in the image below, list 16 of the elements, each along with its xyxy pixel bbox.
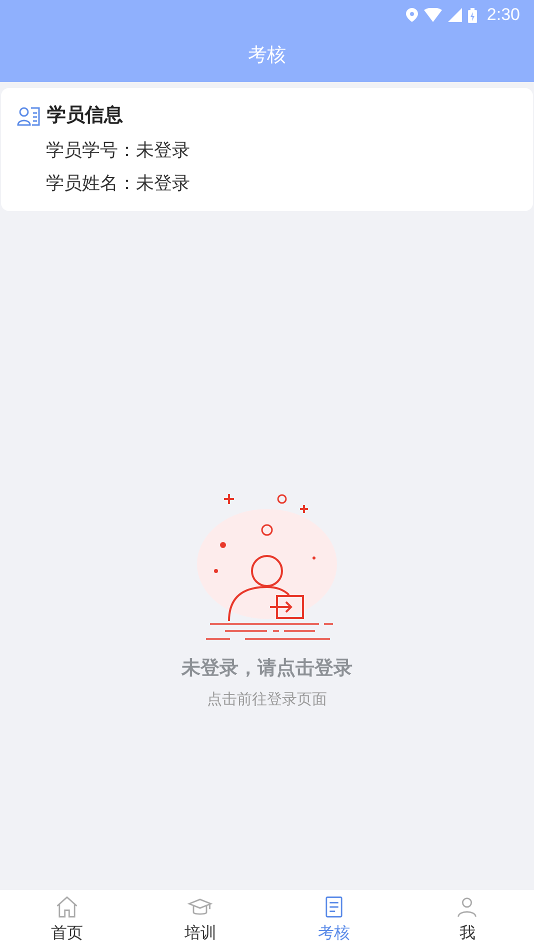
- field-value: 未登录: [136, 138, 190, 162]
- field-label: 学员学号：: [46, 138, 136, 162]
- status-time: 2:30: [486, 4, 520, 26]
- battery-icon: [468, 8, 477, 22]
- field-value: 未登录: [136, 172, 190, 194]
- nav-tab[interactable]: 首页: [0, 890, 134, 950]
- signal-icon: [448, 8, 462, 22]
- field-label: 学员姓名：: [46, 172, 136, 194]
- wifi-icon: [424, 8, 442, 22]
- empty-title: 未登录，请点击登录: [182, 656, 352, 681]
- location-icon: [406, 8, 418, 22]
- nav-tab[interactable]: 我: [400, 890, 534, 950]
- nav-tab[interactable]: 培训: [134, 890, 267, 950]
- card-title: 学员信息: [47, 104, 123, 128]
- page-title: 考核: [248, 44, 286, 68]
- id-card-icon: [17, 106, 41, 126]
